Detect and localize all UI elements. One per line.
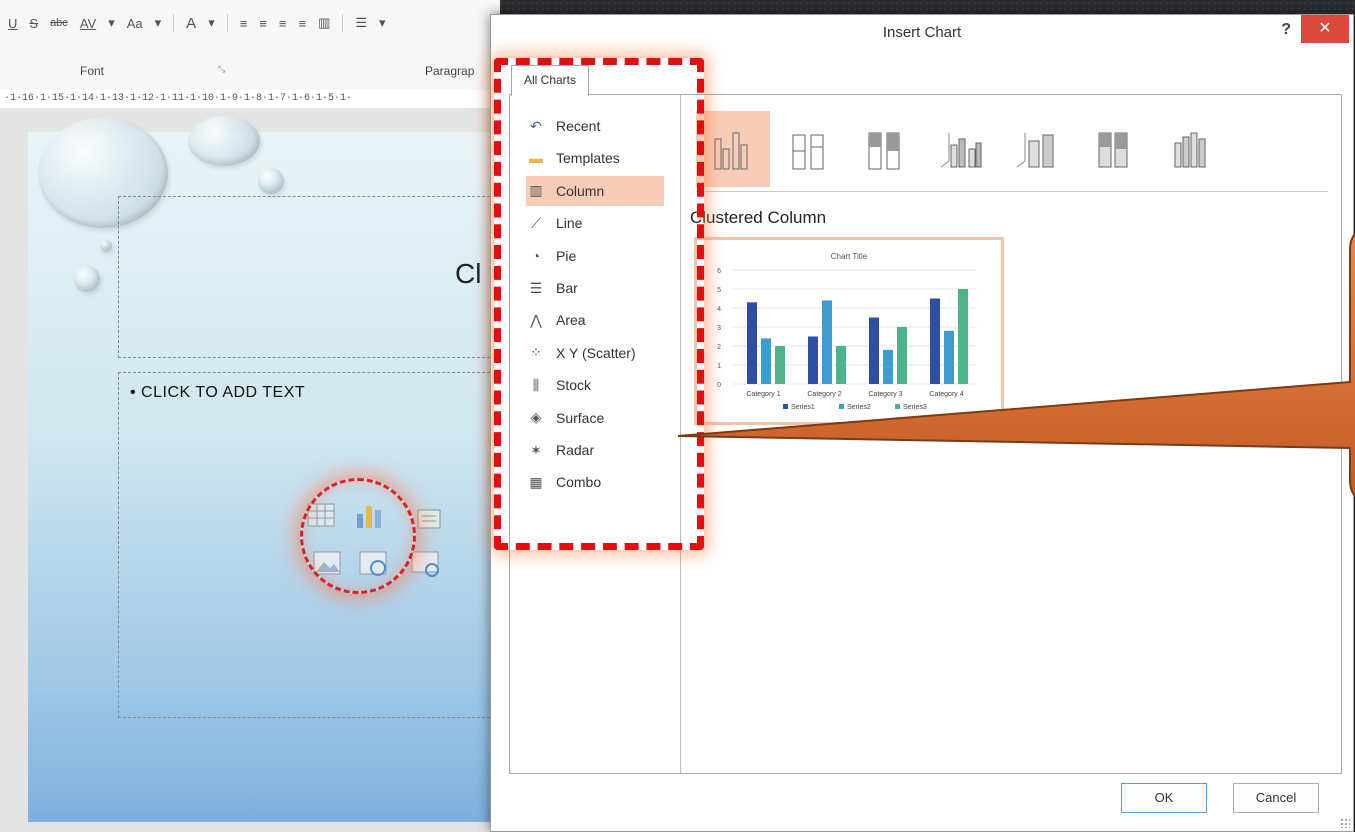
3d-clustered-column-subtype[interactable]	[924, 111, 998, 187]
divider	[226, 14, 228, 32]
divider	[173, 14, 175, 32]
water-drop	[74, 266, 100, 292]
paragraph-group-label: Paragrap	[425, 64, 475, 78]
bar-series3-3	[897, 327, 907, 384]
bar-series3-2	[836, 346, 846, 384]
y-tick-label: 4	[717, 306, 721, 313]
columns-icon[interactable]: ▥	[318, 15, 330, 31]
3d-percent-stacked-column-icon	[1098, 132, 1128, 168]
insert-video-icon[interactable]	[410, 548, 440, 578]
chart-icon-highlight-circle	[300, 478, 416, 594]
align-center-icon[interactable]: ≡	[259, 16, 267, 31]
align-right-icon[interactable]: ≡	[279, 16, 287, 31]
y-tick-label: 1	[717, 363, 721, 370]
3d-stacked-column-subtype[interactable]	[1000, 111, 1074, 187]
bullets-icon[interactable]: ☰	[355, 15, 367, 31]
water-drop	[258, 168, 284, 194]
content-bullet: • CLICK TO ADD TEXT	[130, 384, 306, 401]
dialog-launcher-icon[interactable]: ⤡	[218, 64, 225, 75]
dropdown-arrow-icon[interactable]: ▾	[155, 15, 162, 31]
3d-clustered-column-icon	[940, 133, 982, 168]
legend-swatch	[839, 404, 844, 409]
3d-percent-stacked-column-subtype[interactable]	[1076, 111, 1150, 187]
underline-button[interactable]: U	[8, 16, 17, 31]
legend-label: Series3	[903, 404, 927, 411]
resize-grip-icon[interactable]	[1340, 818, 1350, 828]
clustered-column-icon	[714, 132, 748, 170]
legend-swatch	[783, 404, 788, 409]
legend-label: Series2	[847, 404, 871, 411]
3d-stacked-column-icon	[1016, 133, 1054, 168]
bar-series1-2	[808, 336, 818, 384]
bar-series3-1	[775, 346, 785, 384]
y-tick-label: 0	[717, 382, 721, 389]
justify-icon[interactable]: ≡	[299, 16, 307, 31]
legend-swatch	[895, 404, 900, 409]
bar-series2-3	[883, 349, 893, 384]
chart-title: Chart Title	[831, 252, 868, 261]
selected-subtype-label: Clustered Column	[690, 208, 827, 227]
clustered-column-subtype[interactable]	[696, 111, 770, 187]
stacked-column-icon	[792, 134, 824, 170]
dialog-title: Insert Chart	[491, 15, 1353, 51]
dropdown-arrow-icon[interactable]: ▾	[208, 15, 215, 31]
tab-all-charts[interactable]: All Charts	[511, 65, 589, 96]
title-placeholder[interactable]	[118, 196, 500, 358]
bar-series1-3	[869, 317, 879, 384]
y-tick-label: 5	[717, 287, 721, 294]
water-drop	[100, 240, 112, 252]
cancel-button[interactable]: Cancel	[1233, 783, 1319, 813]
divider	[696, 191, 1328, 192]
chart-preview[interactable]: Chart Title 0 1 2 3 4 5 6 Category 1 Category 2 Ca…	[694, 237, 1004, 425]
bar-series1-1	[747, 302, 757, 384]
ruler: ·1·16·1·15·1·14·1·13·1·12·1·11·1·10·1·9·…	[0, 90, 504, 109]
y-tick-label: 6	[717, 268, 721, 275]
strikethrough-button[interactable]: abc	[50, 17, 68, 29]
slide-title: Cl	[455, 258, 482, 289]
x-tick-label: Category 4	[929, 391, 963, 398]
y-tick-label: 2	[717, 344, 721, 351]
3d-column-icon	[1174, 132, 1206, 168]
chart-preview-svg: Chart Title 0 1 2 3 4 5 6 Category 1 Category 2 Ca…	[717, 252, 977, 411]
change-case-button[interactable]: Aa	[127, 16, 143, 31]
legend-label: Series1	[791, 404, 815, 411]
bar-series1-4	[930, 298, 940, 384]
bar-series2-1	[761, 338, 771, 384]
water-drop	[188, 116, 260, 166]
x-tick-label: Category 3	[868, 391, 902, 398]
divider	[342, 14, 344, 32]
ribbon: U S abc AV ▾ Aa ▾ A ▾ ≡ ≡ ≡ ≡ ▥ ☰ ▾ Font…	[0, 0, 500, 91]
dropdown-arrow-icon[interactable]: ▾	[108, 15, 115, 31]
bar-series2-2	[822, 300, 832, 384]
ok-button[interactable]: OK	[1121, 783, 1207, 813]
x-tick-label: Category 1	[746, 391, 780, 398]
close-icon[interactable]: ✕	[1301, 15, 1349, 43]
dropdown-arrow-icon[interactable]: ▾	[379, 15, 386, 31]
percent-stacked-column-subtype[interactable]	[848, 111, 922, 187]
bar-series2-4	[944, 330, 954, 384]
chart-subtype-gallery	[696, 109, 1346, 189]
font-color-button[interactable]: A	[186, 15, 196, 32]
percent-stacked-column-icon	[868, 132, 900, 170]
shadow-button[interactable]: S	[29, 16, 38, 31]
font-toolbar: U S abc AV ▾ Aa ▾ A ▾ ≡ ≡ ≡ ≡ ▥ ☰ ▾	[8, 14, 386, 32]
font-group-label: Font	[80, 64, 105, 78]
3d-column-subtype[interactable]	[1152, 111, 1226, 187]
align-left-icon[interactable]: ≡	[240, 16, 248, 31]
stacked-column-subtype[interactable]	[772, 111, 846, 187]
character-spacing-button[interactable]: AV	[80, 16, 96, 31]
insert-smartart-icon[interactable]	[414, 504, 444, 534]
x-tick-label: Category 2	[807, 391, 841, 398]
bar-series3-4	[958, 289, 968, 384]
y-tick-label: 3	[717, 325, 721, 332]
chart-types-highlight	[494, 58, 704, 550]
help-icon[interactable]: ?	[1281, 21, 1291, 39]
